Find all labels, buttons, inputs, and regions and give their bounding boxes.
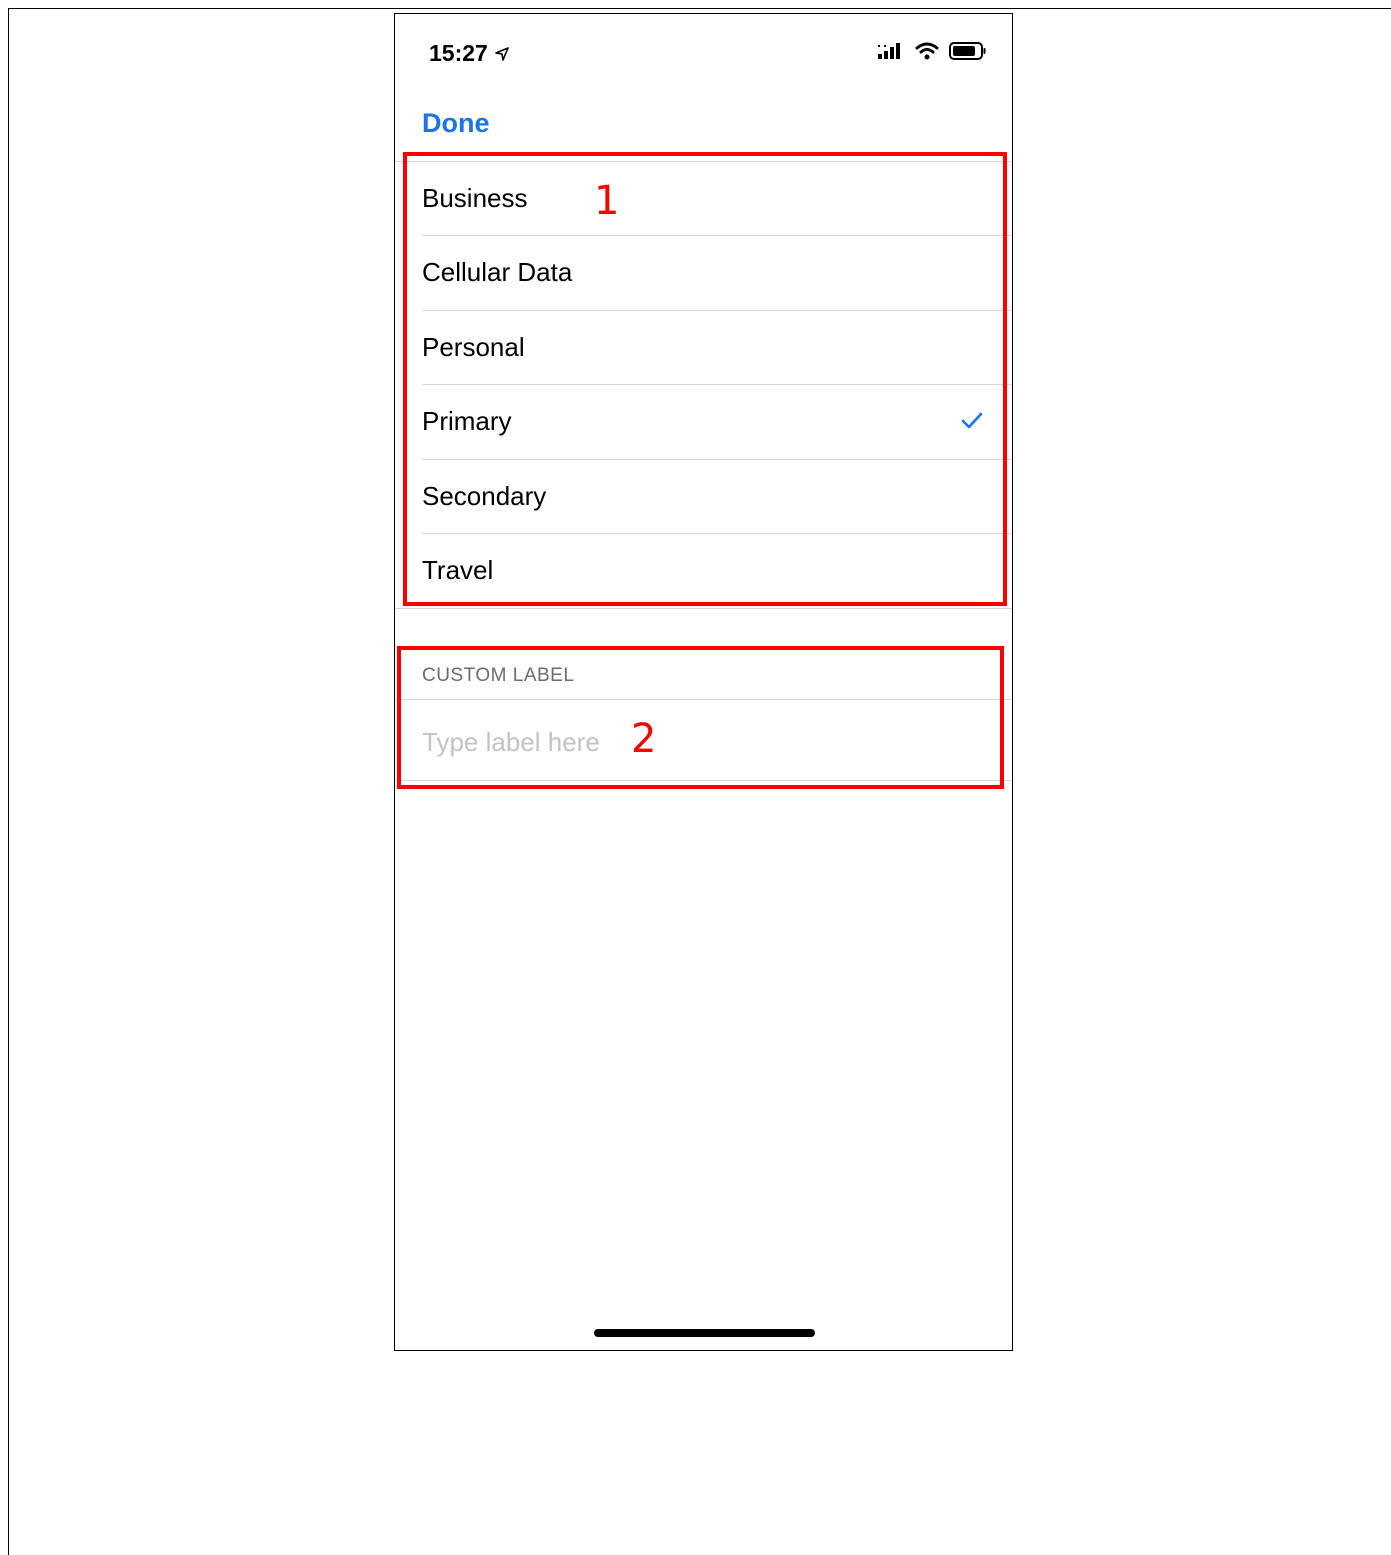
list-bottom-separator [395, 608, 1012, 609]
status-time: 15:27 [429, 40, 510, 67]
annotation-box-1 [403, 152, 1007, 606]
status-time-text: 15:27 [429, 40, 488, 66]
annotation-box-2 [397, 646, 1004, 789]
status-icons [877, 42, 987, 60]
annotation-number-2: 2 [631, 716, 657, 762]
wifi-icon [915, 42, 939, 60]
cellular-signal-icon [878, 43, 900, 59]
battery-icon [949, 42, 986, 60]
location-arrow-icon [495, 46, 509, 61]
done-button[interactable]: Done [422, 108, 490, 139]
home-indicator[interactable] [594, 1329, 815, 1337]
annotation-number-1: 1 [594, 178, 620, 224]
